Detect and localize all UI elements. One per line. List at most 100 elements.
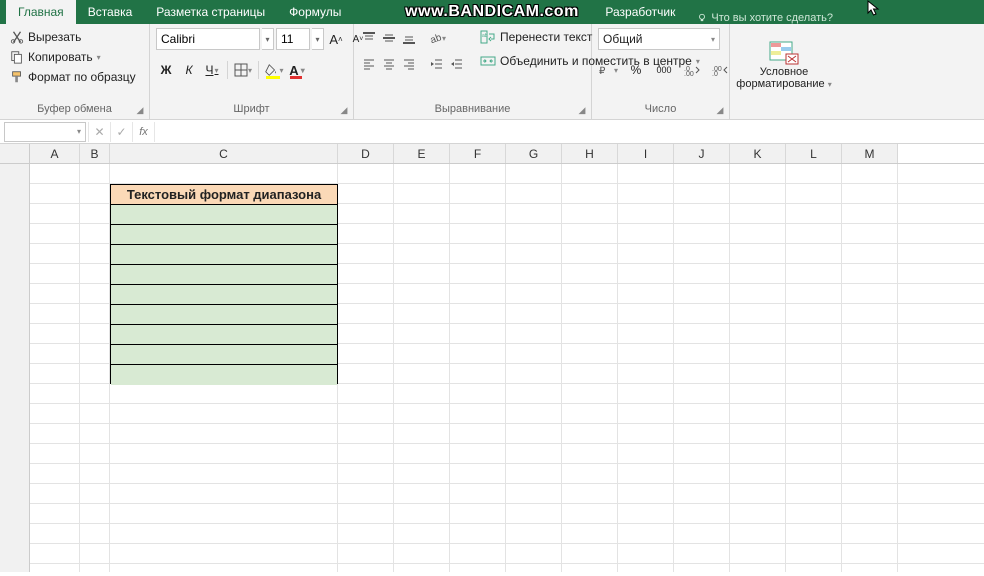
column-header[interactable]: H xyxy=(562,144,618,163)
tell-me-search[interactable]: Что вы хотите сделать? xyxy=(697,12,833,24)
font-name-input[interactable] xyxy=(156,28,260,50)
tab-label: Формулы xyxy=(289,5,341,19)
range-body-cell[interactable] xyxy=(111,245,337,265)
group-font: ▾ ▾ A˄ A˅ Ж К Ч▾ ▾ ▾ A▾ Шрифт ◢ xyxy=(150,24,354,119)
italic-button[interactable]: К xyxy=(179,60,199,80)
tab-page-layout[interactable]: Разметка страницы xyxy=(144,0,277,24)
group-alignment: ab▾ ab Перенести текст Об xyxy=(354,24,592,119)
separator xyxy=(258,61,259,79)
format-painter-button[interactable]: Формат по образцу xyxy=(6,68,140,86)
font-size-dropdown[interactable]: ▾ xyxy=(312,28,324,50)
dialog-launcher-icon[interactable]: ◢ xyxy=(715,105,725,115)
tab-developer[interactable]: Разработчик xyxy=(593,0,687,24)
separator xyxy=(227,61,228,79)
column-header[interactable]: M xyxy=(842,144,898,163)
tell-me-placeholder: Что вы хотите сделать? xyxy=(711,12,833,24)
lightbulb-icon xyxy=(697,13,707,23)
copy-label: Копировать xyxy=(28,50,93,64)
group-label-number: Число ◢ xyxy=(598,101,723,117)
formatted-range[interactable]: Текстовый формат диапазона xyxy=(110,184,338,384)
accounting-format-button[interactable]: ₽▾ xyxy=(598,60,618,80)
enter-formula-button[interactable]: ✓ xyxy=(110,122,132,142)
font-size-input[interactable] xyxy=(276,28,310,50)
column-header[interactable]: D xyxy=(338,144,394,163)
align-center-button[interactable] xyxy=(380,54,398,74)
tab-label: Разработчик xyxy=(605,5,675,19)
format-painter-label: Формат по образцу xyxy=(28,70,136,84)
comma-style-button[interactable]: 000 xyxy=(654,60,674,80)
group-clipboard: Вырезать Копировать ▾ Формат по образцу … xyxy=(0,24,150,119)
number-format-select[interactable]: Общий ▾ xyxy=(598,28,720,50)
column-headers: ABCDEFGHIJKLM xyxy=(0,144,984,164)
align-left-button[interactable] xyxy=(360,54,378,74)
align-middle-button[interactable] xyxy=(380,28,398,48)
worksheet: ABCDEFGHIJKLM Текстовый формат диапазона xyxy=(0,144,984,572)
group-label-clipboard: Буфер обмена ◢ xyxy=(6,101,143,117)
chevron-down-icon: ▾ xyxy=(97,53,101,62)
range-body-cell[interactable] xyxy=(111,365,337,385)
decrease-decimal-button[interactable]: .00.0 xyxy=(710,60,730,80)
dialog-launcher-icon[interactable]: ◢ xyxy=(135,105,145,115)
align-top-button[interactable] xyxy=(360,28,378,48)
copy-button[interactable]: Копировать ▾ xyxy=(6,48,140,66)
grow-font-button[interactable]: A˄ xyxy=(326,29,346,49)
range-body-cell[interactable] xyxy=(111,305,337,325)
increase-indent-button[interactable] xyxy=(448,54,466,74)
select-all-corner[interactable] xyxy=(0,144,30,163)
bold-button[interactable]: Ж xyxy=(156,60,176,80)
group-styles: Условное форматирование ▾ xyxy=(730,24,838,119)
formula-input[interactable] xyxy=(154,122,984,142)
align-bottom-button[interactable] xyxy=(400,28,418,48)
align-right-button[interactable] xyxy=(400,54,418,74)
column-header[interactable]: J xyxy=(674,144,730,163)
column-header[interactable]: E xyxy=(394,144,450,163)
column-header[interactable]: K xyxy=(730,144,786,163)
column-header[interactable]: I xyxy=(618,144,674,163)
tab-label: Вставка xyxy=(88,5,133,19)
range-title: Текстовый формат диапазона xyxy=(127,187,321,202)
range-body-cell[interactable] xyxy=(111,325,337,345)
range-body-cell[interactable] xyxy=(111,225,337,245)
grid-area[interactable]: Текстовый формат диапазона xyxy=(0,164,984,572)
decrease-indent-button[interactable] xyxy=(428,54,446,74)
cancel-formula-button[interactable]: ✕ xyxy=(88,122,110,142)
range-body-cell[interactable] xyxy=(111,205,337,225)
insert-function-button[interactable]: fx xyxy=(132,122,154,142)
conditional-formatting-button[interactable]: Условное форматирование ▾ xyxy=(736,28,832,100)
percent-button[interactable]: % xyxy=(626,60,646,80)
column-header[interactable]: G xyxy=(506,144,562,163)
wrap-text-icon: ab xyxy=(480,30,496,44)
range-body-cell[interactable] xyxy=(111,265,337,285)
column-header[interactable]: C xyxy=(110,144,338,163)
tab-formulas[interactable]: Формулы xyxy=(277,0,353,24)
paintbrush-icon xyxy=(10,70,24,84)
fill-color-button[interactable]: ▾ xyxy=(264,60,284,80)
range-header-cell[interactable]: Текстовый формат диапазона xyxy=(111,185,337,205)
borders-button[interactable]: ▾ xyxy=(233,60,253,80)
column-header[interactable]: A xyxy=(30,144,80,163)
column-header[interactable]: F xyxy=(450,144,506,163)
dialog-launcher-icon[interactable]: ◢ xyxy=(339,105,349,115)
svg-text:ab: ab xyxy=(482,33,488,39)
underline-button[interactable]: Ч▾ xyxy=(202,60,222,80)
column-header[interactable]: L xyxy=(786,144,842,163)
orientation-button[interactable]: ab▾ xyxy=(428,28,446,48)
font-name-dropdown[interactable]: ▾ xyxy=(262,28,274,50)
cut-label: Вырезать xyxy=(28,30,81,44)
tab-home[interactable]: Главная xyxy=(6,0,76,24)
range-body-cell[interactable] xyxy=(111,285,337,305)
cond-format-label1: Условное xyxy=(760,66,809,78)
dialog-launcher-icon[interactable]: ◢ xyxy=(577,105,587,115)
range-body-cell[interactable] xyxy=(111,345,337,365)
wrap-text-label: Перенести текст xyxy=(500,30,592,44)
name-box[interactable]: ▾ xyxy=(4,122,86,142)
chevron-down-icon[interactable]: ▾ xyxy=(77,127,81,136)
font-color-button[interactable]: A▾ xyxy=(287,60,307,80)
increase-decimal-button[interactable]: .0.00 xyxy=(682,60,702,80)
column-header[interactable]: B xyxy=(80,144,110,163)
tab-insert[interactable]: Вставка xyxy=(76,0,145,24)
scissors-icon xyxy=(10,30,24,44)
group-label-font: Шрифт ◢ xyxy=(156,101,347,117)
cut-button[interactable]: Вырезать xyxy=(6,28,140,46)
group-label-alignment: Выравнивание ◢ xyxy=(360,101,585,117)
